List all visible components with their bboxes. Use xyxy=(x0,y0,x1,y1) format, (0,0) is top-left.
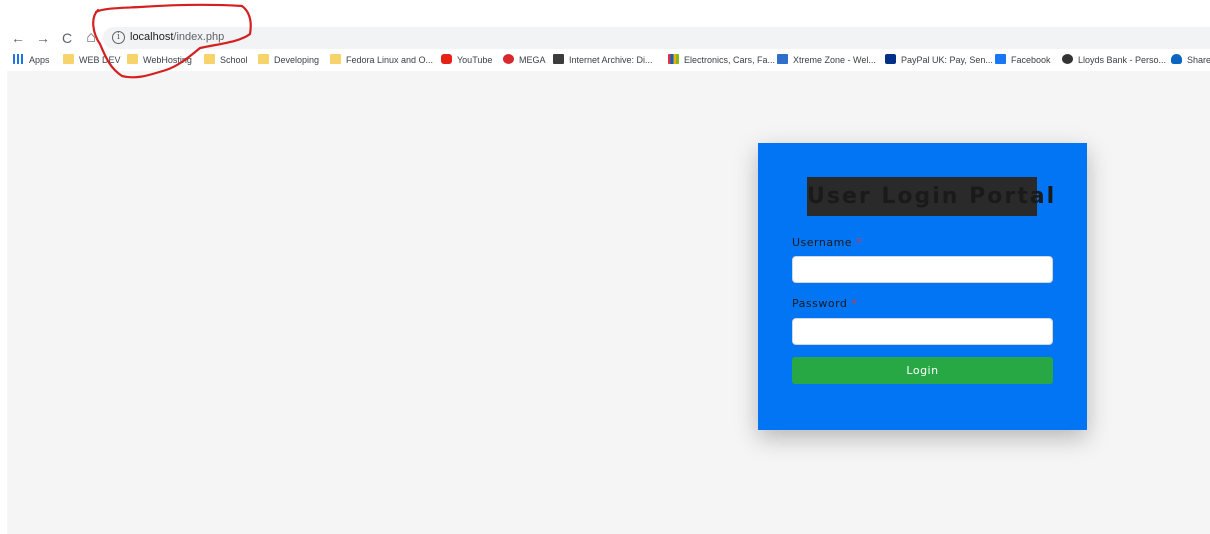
bookmark-label: MEGA xyxy=(519,55,546,65)
internet-archive-icon xyxy=(553,54,564,64)
mega-icon xyxy=(503,54,514,64)
bookmark-label: Fedora Linux and O... xyxy=(346,55,434,65)
username-label-text: Username xyxy=(792,236,853,249)
folder-icon xyxy=(330,54,341,64)
login-button[interactable]: Login xyxy=(792,357,1053,384)
youtube-icon xyxy=(441,54,452,64)
required-mark: * xyxy=(851,297,858,310)
home-icon[interactable]: ⌂ xyxy=(82,29,100,47)
bookmark-label: Facebook xyxy=(1011,55,1051,65)
lloyds-icon xyxy=(1062,54,1073,64)
back-arrow-icon[interactable]: ← xyxy=(9,29,27,47)
bookmark-youtube[interactable]: YouTube xyxy=(441,53,492,67)
apps-icon xyxy=(13,54,24,64)
cloud-icon xyxy=(1171,54,1182,64)
bookmark-label: Share xyxy=(1187,55,1210,65)
username-label: Username * xyxy=(792,236,862,249)
bookmarks-bar: Apps WEB DEV WebHosting School Developin… xyxy=(0,49,1210,71)
address-bar[interactable] xyxy=(103,27,1210,49)
bookmark-label: Xtreme Zone - Wel... xyxy=(793,55,876,65)
login-title: User Login Portal xyxy=(807,177,1054,216)
url-text[interactable]: localhost/index.php xyxy=(130,31,224,43)
xtreme-zone-icon xyxy=(777,54,788,64)
paypal-icon xyxy=(885,54,896,64)
bookmark-webhosting[interactable]: WebHosting xyxy=(127,53,192,67)
url-host: localhost xyxy=(130,31,174,43)
login-card: User Login Portal Username * Password * … xyxy=(758,143,1087,430)
bookmark-lloyds[interactable]: Lloyds Bank - Perso... xyxy=(1062,53,1166,67)
bookmark-label: School xyxy=(220,55,248,65)
url-path: /index.php xyxy=(173,31,225,43)
bookmark-label: Lloyds Bank - Perso... xyxy=(1078,55,1167,65)
username-input[interactable] xyxy=(792,256,1053,283)
bookmark-web-dev[interactable]: WEB DEV xyxy=(63,53,121,67)
bookmark-internet-archive[interactable]: Internet Archive: Di... xyxy=(553,53,653,67)
folder-icon xyxy=(204,54,215,64)
bookmark-label: YouTube xyxy=(457,55,493,65)
facebook-icon xyxy=(995,54,1006,64)
folder-icon xyxy=(63,54,74,64)
bookmark-mega[interactable]: MEGA xyxy=(503,53,546,67)
password-input[interactable] xyxy=(792,318,1053,345)
bookmark-school[interactable]: School xyxy=(204,53,248,67)
password-label-text: Password xyxy=(792,297,848,310)
bookmark-xtreme-zone[interactable]: Xtreme Zone - Wel... xyxy=(777,53,876,67)
folder-icon xyxy=(127,54,138,64)
bookmark-developing[interactable]: Developing xyxy=(258,53,319,67)
bookmark-label: Apps xyxy=(29,55,50,65)
page-content: User Login Portal Username * Password * … xyxy=(7,71,1210,534)
required-mark: * xyxy=(856,236,863,249)
browser-toolbar: ← → C ⌂ i localhost/index.php xyxy=(0,27,1210,49)
bookmark-fedora[interactable]: Fedora Linux and O... xyxy=(330,53,433,67)
bookmark-paypal[interactable]: PayPal UK: Pay, Sen... xyxy=(885,53,993,67)
bookmark-label: Electronics, Cars, Fa... xyxy=(684,55,776,65)
bookmark-label: WEB DEV xyxy=(79,55,121,65)
bookmark-label: PayPal UK: Pay, Sen... xyxy=(901,55,993,65)
bookmark-share[interactable]: Share xyxy=(1171,53,1210,67)
site-info-icon[interactable]: i xyxy=(112,31,125,44)
bookmark-label: WebHosting xyxy=(143,55,192,65)
bookmark-label: Developing xyxy=(274,55,320,65)
bookmark-ebay[interactable]: Electronics, Cars, Fa... xyxy=(668,53,775,67)
reload-icon[interactable]: C xyxy=(58,29,76,47)
bookmark-label: Internet Archive: Di... xyxy=(569,55,653,65)
browser-chrome: ← → C ⌂ i localhost/index.php xyxy=(0,0,1210,49)
bookmark-facebook[interactable]: Facebook xyxy=(995,53,1051,67)
bookmark-apps[interactable]: Apps xyxy=(13,53,50,67)
ebay-icon xyxy=(668,54,679,64)
forward-arrow-icon[interactable]: → xyxy=(34,29,52,47)
folder-icon xyxy=(258,54,269,64)
password-label: Password * xyxy=(792,297,857,310)
